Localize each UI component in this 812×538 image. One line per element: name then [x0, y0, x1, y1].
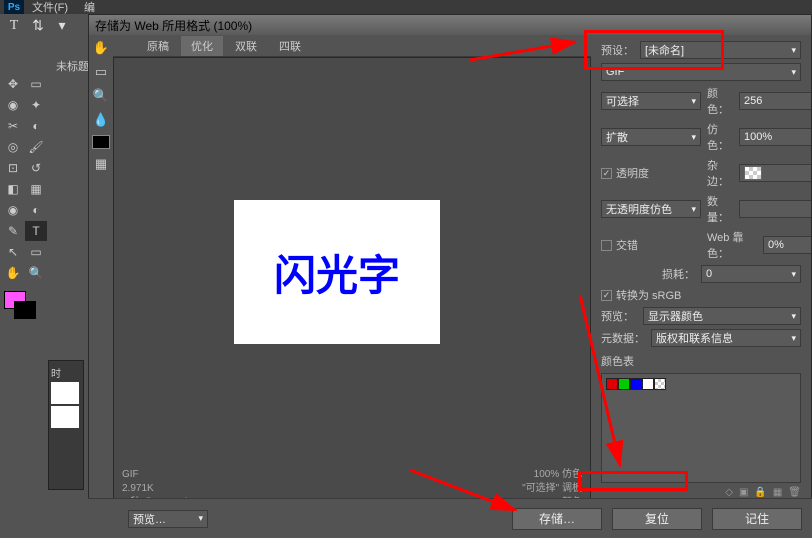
color-table-trash-icon[interactable]: 🗑	[788, 487, 801, 498]
background-color[interactable]	[14, 301, 36, 319]
matte-select[interactable]: ▾	[739, 164, 811, 182]
menu-edit[interactable]: 编	[76, 0, 103, 15]
hand-tool[interactable]: ✋	[2, 263, 24, 283]
reset-button[interactable]: 复位	[612, 508, 702, 530]
color-table-title: 颜色表	[601, 353, 801, 369]
canvas-text: 闪光字	[274, 242, 400, 303]
color-table-icon-2[interactable]: ▣	[739, 487, 748, 498]
app-logo: Ps	[4, 0, 24, 14]
colors-label: 颜色：	[707, 85, 733, 117]
websnap-input[interactable]: 0%▾	[763, 236, 811, 254]
orientation-icon[interactable]: ⇅	[26, 16, 50, 36]
preview-select[interactable]: 显示器颜色▾	[643, 307, 801, 325]
color-swatch-1[interactable]	[606, 378, 618, 390]
color-reduction-select[interactable]: 可选择▾	[601, 92, 701, 110]
matte-label: 杂边：	[707, 157, 733, 189]
info-dither: 100% 仿色	[522, 468, 582, 482]
interlaced-label: 交错	[616, 237, 638, 253]
preview-canvas: 闪光字	[234, 200, 440, 344]
frame-thumb-1[interactable]	[51, 382, 79, 404]
brush-tool[interactable]: 🖌	[25, 137, 47, 157]
zoom-tool[interactable]: 🔍	[25, 263, 47, 283]
zoom-tool-icon[interactable]: 🔍	[92, 87, 110, 105]
eyedropper-color	[92, 135, 110, 149]
color-table-icon-3[interactable]: 🔒	[754, 487, 766, 498]
lasso-tool[interactable]: ◉	[2, 95, 24, 115]
color-swatch-3[interactable]	[630, 378, 642, 390]
type-tool-icon[interactable]: T	[2, 16, 26, 36]
srgb-checkbox[interactable]	[601, 290, 612, 301]
timeline-panel[interactable]: 时	[48, 360, 84, 490]
transparency-label: 透明度	[616, 165, 649, 181]
colors-input[interactable]: 256▾	[739, 92, 811, 110]
frame-thumb-2[interactable]	[51, 406, 79, 428]
menu-file[interactable]: 文件(F)	[24, 0, 76, 15]
slice-visibility-icon[interactable]: ▦	[92, 155, 110, 173]
main-toolbox: ✥ ▭ ◉ ✦ ✂ ◐ ◎ 🖌 ⊡ ↺ ◧ ▦ ◉ ◐ ✎ T ↖ ▭ ✋ 🔍	[0, 72, 48, 323]
type-tool[interactable]: T	[25, 221, 47, 241]
patch-tool[interactable]: ◎	[2, 137, 24, 157]
format-select[interactable]: GIF▾	[601, 63, 801, 81]
shape-tool[interactable]: ▭	[25, 242, 47, 262]
blur-tool[interactable]: ◉	[2, 200, 24, 220]
marquee-tool[interactable]: ▭	[25, 74, 47, 94]
path-tool[interactable]: ↖	[2, 242, 24, 262]
dialog-title: 存储为 Web 所用格式 (100%)	[89, 15, 811, 35]
color-table-icon-1[interactable]: ◇	[725, 487, 733, 498]
metadata-label: 元数据：	[601, 330, 645, 346]
info-filesize: 2.971K	[122, 482, 201, 496]
pen-tool[interactable]: ✎	[2, 221, 24, 241]
info-palette: "可选择" 调板	[522, 482, 582, 496]
tab-optimized[interactable]: 优化	[181, 36, 223, 56]
dither-method-select[interactable]: 扩散▾	[601, 128, 701, 146]
lossy-label: 损耗：	[662, 266, 695, 282]
eyedropper-tool-icon[interactable]: 💧	[92, 111, 110, 129]
history-brush-tool[interactable]: ↺	[25, 158, 47, 178]
color-table-icon-4[interactable]: ▦	[773, 487, 782, 498]
tab-two-up[interactable]: 双联	[225, 36, 267, 56]
srgb-label: 转换为 sRGB	[616, 287, 681, 303]
trans-amount-label: 数量：	[707, 193, 733, 225]
move-tool[interactable]: ✥	[2, 74, 24, 94]
slice-tool-icon[interactable]: ▭	[92, 63, 110, 81]
hand-tool-icon[interactable]: ✋	[92, 39, 110, 57]
tab-four-up[interactable]: 四联	[269, 36, 311, 56]
transparency-checkbox[interactable]	[601, 168, 612, 179]
color-table[interactable]	[601, 373, 801, 483]
color-swatch-2[interactable]	[618, 378, 630, 390]
eraser-tool[interactable]: ◧	[2, 179, 24, 199]
preset-label: 预设：	[601, 42, 634, 58]
font-picker-icon[interactable]: ▾	[50, 16, 74, 36]
color-swatch-transparent[interactable]	[654, 378, 666, 390]
metadata-select[interactable]: 版权和联系信息▾	[651, 329, 801, 347]
save-button[interactable]: 存储…	[512, 508, 602, 530]
eyedropper-tool[interactable]: ◐	[25, 116, 47, 136]
preview-label: 预览：	[601, 308, 637, 324]
crop-tool[interactable]: ✂	[2, 116, 24, 136]
stamp-tool[interactable]: ⊡	[2, 158, 24, 178]
info-format: GIF	[122, 468, 201, 482]
trans-amount-input[interactable]: ▾	[739, 200, 811, 218]
preview-browser-select[interactable]: 预览…▾	[128, 510, 208, 528]
dither-label: 仿色：	[707, 121, 733, 153]
save-for-web-dialog: 存储为 Web 所用格式 (100%) ✋ ▭ 🔍 💧 ▦ 原稿 优化 双联 四…	[88, 14, 812, 538]
timeline-label: 时	[51, 365, 81, 380]
dither-input[interactable]: 100%▾	[739, 128, 811, 146]
transparency-dither-select[interactable]: 无透明度仿色▾	[601, 200, 701, 218]
tab-original[interactable]: 原稿	[137, 36, 179, 56]
color-swatch-4[interactable]	[642, 378, 654, 390]
gradient-tool[interactable]: ▦	[25, 179, 47, 199]
interlaced-checkbox[interactable]	[601, 240, 612, 251]
remember-button[interactable]: 记住	[712, 508, 802, 530]
websnap-label: Web 靠色：	[707, 229, 757, 261]
wand-tool[interactable]: ✦	[25, 95, 47, 115]
lossy-input[interactable]: 0▾	[701, 265, 801, 283]
preset-select[interactable]: [未命名]▾	[640, 41, 801, 59]
dodge-tool[interactable]: ◐	[25, 200, 47, 220]
